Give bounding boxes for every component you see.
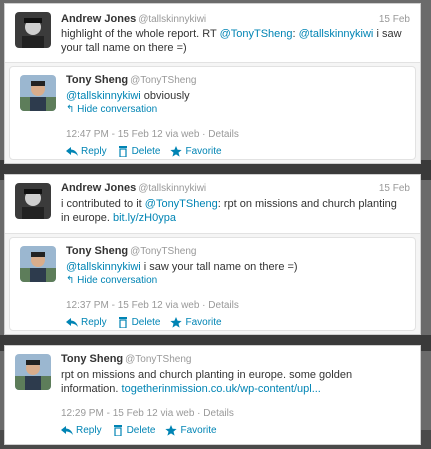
avatar[interactable] [20,75,56,111]
trash-icon [113,425,122,436]
author-name[interactable]: Andrew Jones @tallskinnykiwi [61,182,206,194]
delete-button[interactable]: Delete [117,317,160,328]
author-handle: @tallskinnykiwi [138,183,207,194]
author-handle: @tallskinnykiwi [138,14,207,25]
reply-arrow-icon: ↰ [66,275,75,286]
star-icon [170,146,183,157]
author-name[interactable]: Tony Sheng @TonyTSheng [66,74,196,86]
avatar[interactable] [15,12,51,48]
tweet-date[interactable]: 15 Feb [379,183,410,194]
tweet-text: @tallskinnykiwi i saw your tall name on … [66,261,298,273]
favorite-button[interactable]: Favorite [170,146,222,157]
reply-tweet[interactable]: Tony Sheng @TonyTSheng @tallskinnykiwi ob… [9,66,416,160]
delete-button[interactable]: Delete [117,146,160,157]
conversation-panel: Andrew Jones @tallskinnykiwi 15 Feb highl… [4,3,421,164]
mention-link[interactable]: @tallskinnykiwi [299,28,374,40]
hide-conversation-link[interactable]: ↰ Hide conversation [66,275,157,286]
author-handle: @TonyTSheng [130,75,197,86]
author-name[interactable]: Andrew Jones @tallskinnykiwi [61,13,206,25]
conversation-panel: Andrew Jones @tallskinnykiwi 15 Feb i con… [4,174,421,335]
author-name[interactable]: Tony Sheng @TonyTSheng [66,245,196,257]
tweet[interactable]: Andrew Jones @tallskinnykiwi 15 Feb i con… [5,175,420,234]
reply-arrow-icon: ↰ [66,104,75,115]
tweet-meta: 12:29 PM - 15 Feb 12 via web · Details [61,408,234,419]
tweet-meta: 12:37 PM - 15 Feb 12 via web · Details [66,300,239,311]
trash-icon [118,146,127,157]
tweet-text: @tallskinnykiwi obviously [66,90,190,102]
tweet-text: rpt on missions and church planting in e… [61,369,353,395]
tweet-text: i contributed to it @TonyTSheng: rpt on … [61,198,397,224]
star-icon [165,425,178,436]
hide-conversation-link[interactable]: ↰ Hide conversation [66,104,157,115]
tweet[interactable]: Tony Sheng @TonyTSheng rpt on missions an… [5,346,420,444]
delete-button[interactable]: Delete [112,425,155,436]
tweet-actions: Reply Delete Favorite [61,425,217,436]
avatar[interactable] [20,246,56,282]
url-link[interactable]: togetherinmission.co.uk/wp-content/upl..… [122,383,321,395]
conversation-panel: Tony Sheng @TonyTSheng rpt on missions an… [4,345,421,445]
reply-arrow-icon [66,318,78,327]
tweet-actions: Reply Delete Favorite [66,146,222,157]
mention-link[interactable]: @TonyTSheng [145,198,218,210]
url-link[interactable]: bit.ly/zH0ypa [113,212,176,224]
reply-button[interactable]: Reply [66,146,107,157]
favorite-button[interactable]: Favorite [165,425,217,436]
mention-link[interactable]: @tallskinnykiwi [66,90,141,102]
reply-tweet[interactable]: Tony Sheng @TonyTSheng @tallskinnykiwi i … [9,237,416,331]
tweet-meta: 12:47 PM - 15 Feb 12 via web · Details [66,129,239,140]
reply-arrow-icon [66,147,78,156]
reply-arrow-icon [61,426,73,435]
reply-button[interactable]: Reply [66,317,107,328]
mention-link[interactable]: @tallskinnykiwi [66,261,141,273]
tweet-date[interactable]: 15 Feb [379,14,410,25]
favorite-button[interactable]: Favorite [170,317,222,328]
tweet-actions: Reply Delete Favorite [66,317,222,328]
tweet-text: highlight of the whole report. RT @TonyT… [61,28,402,54]
star-icon [170,317,183,328]
reply-button[interactable]: Reply [61,425,102,436]
mention-link[interactable]: @TonyTSheng [220,28,293,40]
author-handle: @TonyTSheng [130,246,197,257]
tweet[interactable]: Andrew Jones @tallskinnykiwi 15 Feb highl… [5,4,420,63]
avatar[interactable] [15,354,51,390]
avatar[interactable] [15,183,51,219]
author-name[interactable]: Tony Sheng @TonyTSheng [61,353,191,365]
author-handle: @TonyTSheng [125,354,192,365]
trash-icon [118,317,127,328]
